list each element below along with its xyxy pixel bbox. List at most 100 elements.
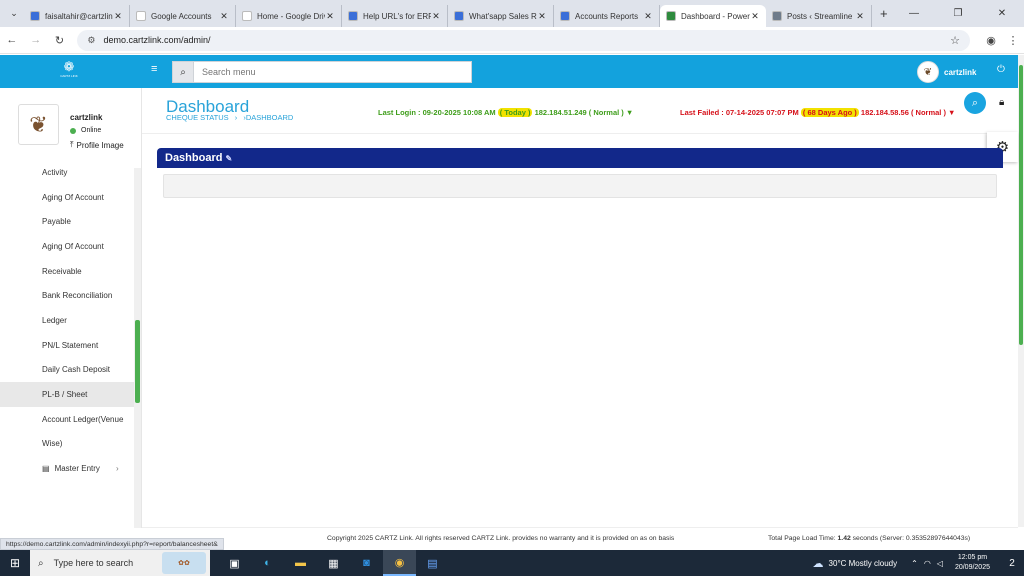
taskbar-clock[interactable]: 12:05 pm 20/09/2025 <box>955 553 990 573</box>
volume-icon[interactable]: ◁ <box>937 559 943 568</box>
browser-toolbar: ← → ↻ ⚙ demo.cartzlink.com/admin/ ☆ ◉ ⋮ <box>0 27 1024 54</box>
minimize-icon[interactable]: — <box>892 8 936 19</box>
browser-tab-title: What'sapp Sales Report <box>469 11 537 21</box>
sidebar-item[interactable]: Wise) <box>0 432 134 457</box>
browser-tab[interactable]: Home - Google Drive ✕ <box>236 5 342 27</box>
upload-icon: ⤒ <box>70 140 74 149</box>
browser-menu-icon[interactable]: ⋮ <box>1002 34 1024 47</box>
close-tab-icon[interactable]: ✕ <box>855 11 865 22</box>
docs-icon <box>348 11 358 21</box>
outlook-icon[interactable]: ◙ <box>350 550 383 576</box>
bookmark-star-icon[interactable]: ☆ <box>950 34 960 47</box>
tab-search-chevron-icon[interactable]: ⌄ <box>4 4 24 24</box>
close-tab-icon[interactable]: ✕ <box>537 11 547 22</box>
page-scrollbar[interactable] <box>1018 55 1024 527</box>
sidebar-item-master-entry[interactable]: ▤ Master Entry › <box>0 456 134 481</box>
address-url[interactable]: demo.cartzlink.com/admin/ <box>103 35 950 45</box>
wifi-icon[interactable]: ◠ <box>924 559 931 568</box>
back-icon[interactable]: ← <box>0 34 24 46</box>
browser-tab[interactable]: faisaltahir@cartzlink ✕ <box>24 5 130 27</box>
sidebar-item[interactable]: Daily Cash Deposit <box>0 358 134 383</box>
brand-logo[interactable]: ❁ CARTZ LINK <box>50 60 88 84</box>
forward-icon[interactable]: → <box>24 34 48 46</box>
sidebar-scrollbar-thumb[interactable] <box>135 320 140 403</box>
dashboard-panel-header: Dashboard ✎ <box>157 148 1003 168</box>
close-tab-icon[interactable]: ✕ <box>431 11 441 22</box>
system-tray: ☁ 30°C Mostly cloudy ⌃ ◠ ◁ 12:05 pm 20/0… <box>813 550 1024 576</box>
last-failed-badge: ( 68 Days Ago ) <box>800 108 859 117</box>
chrome-icon[interactable]: ◉ <box>383 550 416 576</box>
browser-tab[interactable]: Help URL's for ERP ✕ <box>342 5 448 27</box>
taskbar-apps: ▣ ◐ ▬ ▦ ◙ ◉ ▤ <box>218 550 449 576</box>
remote-desktop-icon[interactable]: ▤ <box>416 550 449 576</box>
pin-icon[interactable]: ✎ <box>225 154 232 163</box>
browser-tab[interactable]: Accounts Reports ✕ <box>554 5 660 27</box>
close-window-icon[interactable]: ✕ <box>980 8 1024 19</box>
sidebar-item[interactable]: PL-B / Sheet <box>0 382 134 407</box>
breadcrumb-cheque-status[interactable]: CHEQUE STATUS <box>166 113 229 122</box>
close-tab-icon[interactable]: ✕ <box>113 11 123 22</box>
sidebar-item[interactable]: Account Ledger(Venue <box>0 407 134 432</box>
profile-image-link[interactable]: ⤒ Profile Image <box>70 140 124 150</box>
browser-tab-title: Google Accounts <box>151 11 212 21</box>
breadcrumb: CHEQUE STATUS › ›DASHBOARD <box>166 113 297 122</box>
windows-start-icon[interactable]: ⊞ <box>0 556 30 570</box>
content-header: Dashboard CHEQUE STATUS › ›DASHBOARD Las… <box>142 88 1018 134</box>
profile-icon[interactable]: ◉ <box>980 34 1002 47</box>
task-view-icon[interactable]: ▣ <box>218 550 251 576</box>
sidebar-item[interactable]: Payable <box>0 209 134 234</box>
browser-tab[interactable]: What'sapp Sales Report✕ <box>448 5 554 27</box>
browser-tab[interactable]: Posts ‹ Streamline ✕ <box>766 5 872 27</box>
last-failed-prefix: Last Failed : 07-14-2025 07:07 PM <box>680 108 799 117</box>
hamburger-menu-icon[interactable]: ≡ <box>151 63 157 75</box>
breadcrumb-dashboard[interactable]: ›DASHBOARD <box>243 113 293 122</box>
docs-icon <box>454 11 464 21</box>
edge-icon[interactable]: ◐ <box>251 550 284 576</box>
lock-icon[interactable]: 🔒︎ <box>999 97 1004 108</box>
search-highlight-image[interactable]: ✿✿ <box>162 552 206 574</box>
sidebar-item[interactable]: Ledger <box>0 308 134 333</box>
menu-search: ⌕ <box>172 61 472 83</box>
sidebar-item[interactable]: Receivable <box>0 259 134 284</box>
browser-tab[interactable]: Dashboard - Power ✕ <box>660 5 766 27</box>
global-search-icon[interactable]: ⌕ <box>964 92 986 114</box>
restore-icon[interactable]: ❐ <box>936 8 980 19</box>
file-explorer-icon[interactable]: ▬ <box>284 550 317 576</box>
online-status: Online <box>70 127 101 134</box>
store-icon[interactable]: ▦ <box>317 550 350 576</box>
tray-chevron-icon[interactable]: ⌃ <box>911 559 918 568</box>
close-tab-icon[interactable]: ✕ <box>750 11 760 22</box>
power-logout-icon[interactable]: ⏻ <box>997 64 1005 75</box>
sidebar: ❦ cartzlink Online ⤒ Profile Image Activ… <box>0 88 142 528</box>
last-failed-suffix: 182.184.58.56 ( Normal ) ▼ <box>860 108 956 117</box>
browser-tab-title: faisaltahir@cartzlink <box>45 11 113 21</box>
close-tab-icon[interactable]: ✕ <box>325 11 335 22</box>
last-login-suffix: 182.184.51.249 ( Normal ) ▼ <box>534 108 634 117</box>
new-tab-button[interactable]: + <box>880 6 888 21</box>
sidebar-item[interactable]: Bank Reconciliation <box>0 283 134 308</box>
clock-time: 12:05 pm <box>957 554 988 561</box>
taskbar-search[interactable]: ⌕ Type here to search ✿✿ <box>30 550 210 576</box>
sidebar-item[interactable]: Aging Of Account <box>0 185 134 210</box>
page-scrollbar-thumb[interactable] <box>1019 65 1023 345</box>
search-icon[interactable]: ⌕ <box>172 61 194 83</box>
sidebar-item[interactable]: Activity <box>0 160 134 185</box>
browser-tab-title: Home - Google Drive <box>257 11 325 21</box>
close-tab-icon[interactable]: ✕ <box>219 11 229 22</box>
reload-icon[interactable]: ↻ <box>48 34 72 47</box>
sidebar-scrollbar[interactable] <box>134 168 141 528</box>
weather-widget[interactable]: ☁ 30°C Mostly cloudy <box>813 557 898 570</box>
close-tab-icon[interactable]: ✕ <box>643 11 653 22</box>
chevron-right-icon: › <box>116 464 119 474</box>
user-menu[interactable]: ❦ cartzlink <box>917 61 976 83</box>
site-info-icon[interactable]: ⚙ <box>87 35 95 46</box>
dashboard-panel-title: Dashboard <box>165 152 223 164</box>
taskbar-search-placeholder: Type here to search <box>53 558 134 568</box>
notification-center-icon[interactable]: 2 <box>1000 558 1024 569</box>
sidebar-item[interactable]: Aging Of Account <box>0 234 134 259</box>
address-bar[interactable]: ⚙ demo.cartzlink.com/admin/ ☆ <box>77 29 970 51</box>
site-icon <box>666 11 676 21</box>
browser-tab[interactable]: Google Accounts ✕ <box>130 5 236 27</box>
search-menu-input[interactable] <box>194 61 472 83</box>
sidebar-item[interactable]: PN/L Statement <box>0 333 134 358</box>
